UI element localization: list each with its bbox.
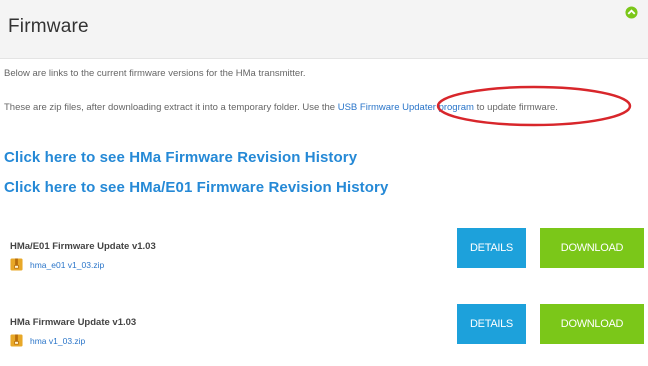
update-title: HMa Firmware Update v1.03 xyxy=(10,317,137,328)
usb-firmware-updater-link[interactable]: USB Firmware Updater program xyxy=(338,102,474,113)
download-button[interactable]: DOWNLOAD xyxy=(540,228,644,268)
zip-file-link[interactable]: hma v1_03.zip xyxy=(30,336,85,346)
hma-e01-revision-history-link[interactable]: Click here to see HMa/E01 Firmware Revis… xyxy=(4,179,388,196)
download-button[interactable]: DOWNLOAD xyxy=(540,304,644,344)
zip-file-link[interactable]: hma_e01 v1_03.zip xyxy=(30,260,104,270)
details-button[interactable]: DETAILS xyxy=(457,304,526,344)
intro-text: Below are links to the current firmware … xyxy=(4,68,306,79)
intro-zip-text-part2: to update firmware. xyxy=(473,102,558,113)
update-title: HMa/E01 Firmware Update v1.03 xyxy=(10,241,156,252)
intro-zip-text-part1: These are zip files, after downloading e… xyxy=(4,102,338,113)
up-arrow-circle-icon[interactable] xyxy=(625,6,638,19)
zip-file-icon xyxy=(10,258,23,271)
firmware-header: Firmware xyxy=(0,0,648,59)
zip-file-icon xyxy=(10,334,23,347)
hma-revision-history-link[interactable]: Click here to see HMa Firmware Revision … xyxy=(4,149,357,166)
intro-zip-text: These are zip files, after downloading e… xyxy=(4,97,644,119)
details-button[interactable]: DETAILS xyxy=(457,228,526,268)
page-title: Firmware xyxy=(8,16,89,37)
firmware-update-item: HMa/E01 Firmware Update v1.03 hma_e01 v1… xyxy=(0,228,648,290)
firmware-update-item: HMa Firmware Update v1.03 hma v1_03.zip … xyxy=(0,304,648,366)
